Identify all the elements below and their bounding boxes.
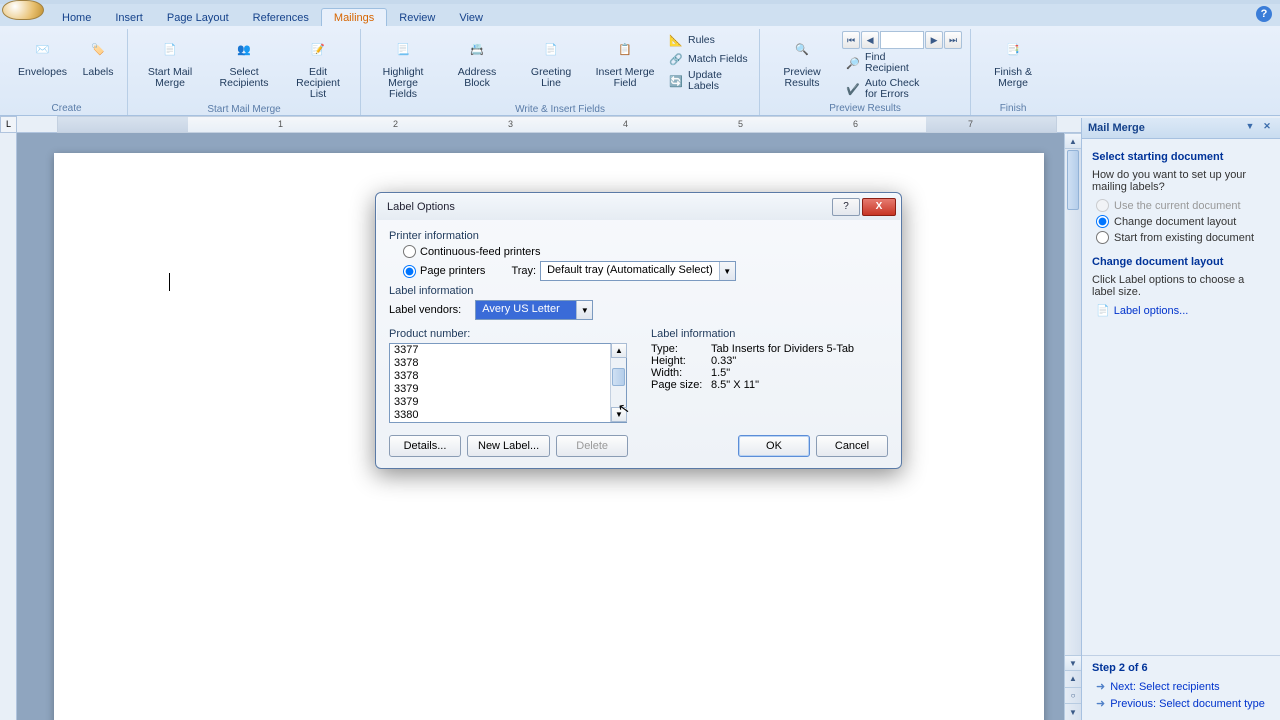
finish-merge-button[interactable]: 📑Finish & Merge <box>979 31 1047 91</box>
rules-button[interactable]: 📐Rules <box>665 31 751 49</box>
product-number-listbox[interactable]: 3377 3378 3378 3379 3379 3380 ▲ ▼ <box>389 343 627 423</box>
new-label-button[interactable]: New Label... <box>467 435 550 457</box>
next-record-button[interactable]: ▶ <box>925 31 943 49</box>
vertical-scrollbar[interactable]: ▲▼ ▲○▼ <box>1064 134 1081 720</box>
delete-button: Delete <box>556 435 628 457</box>
vendors-combo[interactable]: Avery US Letter▼ <box>475 300 593 320</box>
scroll-up-icon[interactable]: ▲ <box>611 343 627 358</box>
group-write-label: Write & Insert Fields <box>515 102 605 116</box>
label-options-dialog: Label Options ? X Printer information Co… <box>375 192 902 469</box>
dialog-title: Label Options <box>387 201 830 213</box>
tab-references[interactable]: References <box>241 9 321 26</box>
list-item[interactable]: 3377 <box>390 344 610 357</box>
help-icon[interactable]: ? <box>1256 6 1272 22</box>
match-fields-button[interactable]: 🔗Match Fields <box>665 50 751 68</box>
edit-recipient-list-button[interactable]: 📝Edit Recipient List <box>284 31 352 102</box>
record-number-input[interactable] <box>880 31 924 49</box>
cancel-button[interactable]: Cancel <box>816 435 888 457</box>
tab-insert[interactable]: Insert <box>103 9 155 26</box>
label-info-grid: Type:Tab Inserts for Dividers 5-Tab Heig… <box>651 343 854 391</box>
chevron-down-icon: ▼ <box>576 301 592 319</box>
label-options-link[interactable]: 📄Label options... <box>1096 304 1270 317</box>
tab-selector[interactable]: L <box>0 116 17 133</box>
starting-doc-question: How do you want to set up your mailing l… <box>1092 169 1270 193</box>
tab-review[interactable]: Review <box>387 9 447 26</box>
step-indicator: Step 2 of 6 <box>1092 662 1270 674</box>
list-item[interactable]: 3378 <box>390 370 610 383</box>
label-info-title: Label information <box>651 328 854 340</box>
next-step-link[interactable]: ➜Next: Select recipients <box>1096 680 1270 693</box>
address-block-button[interactable]: 📇Address Block <box>443 31 511 91</box>
find-recipient-button[interactable]: 🔎Find Recipient <box>842 51 962 75</box>
envelopes-button[interactable]: ✉️Envelopes <box>14 31 71 80</box>
ok-button[interactable]: OK <box>738 435 810 457</box>
group-finish-label: Finish <box>1000 101 1027 115</box>
listbox-scrollbar[interactable]: ▲ ▼ <box>610 344 626 422</box>
prev-step-link[interactable]: ➜Previous: Select document type <box>1096 697 1270 710</box>
insert-merge-field-button[interactable]: 📋Insert Merge Field <box>591 31 659 91</box>
details-button[interactable]: Details... <box>389 435 461 457</box>
group-start-label: Start Mail Merge <box>207 102 280 116</box>
arrow-right-icon: ➜ <box>1096 680 1105 693</box>
radio-continuous-feed[interactable]: Continuous-feed printers <box>403 245 888 258</box>
list-item[interactable]: 3379 <box>390 396 610 409</box>
tab-page-layout[interactable]: Page Layout <box>155 9 241 26</box>
greeting-line-button[interactable]: 📄Greeting Line <box>517 31 585 91</box>
list-item[interactable]: 3378 <box>390 357 610 370</box>
taskpane-menu-icon[interactable]: ▼ <box>1243 121 1257 135</box>
labels-button[interactable]: 🏷️Labels <box>77 31 119 80</box>
auto-check-errors-button[interactable]: ✔️Auto Check for Errors <box>842 77 962 101</box>
list-item[interactable]: 3380 <box>390 409 610 422</box>
label-options-icon: 📄 <box>1096 304 1110 317</box>
tray-combo[interactable]: Default tray (Automatically Select)▼ <box>540 261 736 281</box>
office-button[interactable] <box>2 0 44 20</box>
dialog-help-button[interactable]: ? <box>832 198 860 216</box>
group-create-label: Create <box>52 101 82 115</box>
ribbon: ✉️Envelopes 🏷️Labels Create 📄Start Mail … <box>0 26 1280 116</box>
vertical-ruler <box>0 133 17 720</box>
select-recipients-button[interactable]: 👥Select Recipients <box>210 31 278 91</box>
scroll-down-icon[interactable]: ▼ <box>611 407 627 422</box>
group-preview-label: Preview Results <box>829 101 901 115</box>
printer-info-label: Printer information <box>389 230 888 242</box>
ribbon-tabs: Home Insert Page Layout References Maili… <box>0 4 1280 26</box>
product-number-label: Product number: <box>389 328 627 340</box>
arrow-left-icon: ➜ <box>1096 697 1105 710</box>
tab-home[interactable]: Home <box>50 9 103 26</box>
list-item[interactable]: 3379 <box>390 383 610 396</box>
change-layout-instruction: Click Label options to choose a label si… <box>1092 274 1270 298</box>
update-labels-button[interactable]: 🔄Update Labels <box>665 69 751 93</box>
preview-results-button[interactable]: 🔍Preview Results <box>768 31 836 91</box>
last-record-button[interactable]: ⏭ <box>944 31 962 49</box>
radio-page-printers[interactable]: Page printers Tray: Default tray (Automa… <box>403 261 888 281</box>
label-info-label: Label information <box>389 285 888 297</box>
first-record-button[interactable]: ⏮ <box>842 31 860 49</box>
section-change-layout: Change document layout <box>1092 256 1270 268</box>
tray-label: Tray: <box>511 265 536 277</box>
radio-start-existing[interactable]: Start from existing document <box>1096 231 1270 244</box>
tab-mailings[interactable]: Mailings <box>321 8 387 26</box>
mail-merge-taskpane: Mail Merge ▼✕ Select starting document H… <box>1081 118 1280 720</box>
highlight-merge-fields-button[interactable]: 📃Highlight Merge Fields <box>369 31 437 102</box>
tab-view[interactable]: View <box>447 9 495 26</box>
section-select-starting: Select starting document <box>1092 151 1270 163</box>
chevron-down-icon: ▼ <box>719 262 735 280</box>
start-mail-merge-button[interactable]: 📄Start Mail Merge <box>136 31 204 91</box>
prev-record-button[interactable]: ◀ <box>861 31 879 49</box>
radio-use-current: Use the current document <box>1096 199 1270 212</box>
dialog-close-button[interactable]: X <box>862 198 896 216</box>
taskpane-title: Mail Merge <box>1088 122 1145 134</box>
radio-change-layout[interactable]: Change document layout <box>1096 215 1270 228</box>
taskpane-close-icon[interactable]: ✕ <box>1260 121 1274 135</box>
vendors-label: Label vendors: <box>389 304 461 316</box>
